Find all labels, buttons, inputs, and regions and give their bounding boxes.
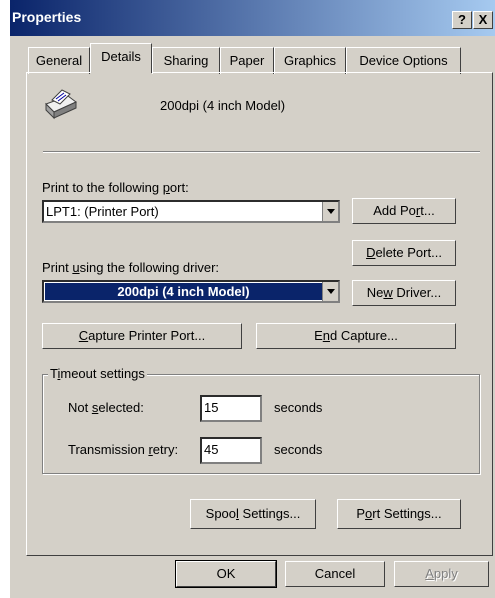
printer-icon <box>38 86 78 122</box>
end-capture-button[interactable]: End Capture... <box>256 323 456 349</box>
separator <box>43 151 480 153</box>
cancel-button[interactable]: Cancel <box>285 561 385 587</box>
port-select[interactable]: LPT1: (Printer Port) <box>42 200 340 223</box>
capture-printer-port-button[interactable]: Capture Printer Port... <box>42 323 242 349</box>
tab-paper[interactable]: Paper <box>220 47 274 74</box>
properties-window: Properties ? X General Details Sharing P… <box>10 0 495 598</box>
delete-port-button[interactable]: Delete Port... <box>352 240 456 266</box>
not-selected-label: Not selected: <box>68 400 144 415</box>
driver-select-value: 200dpi (4 inch Model) <box>45 283 322 300</box>
transmission-retry-input[interactable]: 45 <box>200 437 262 464</box>
tab-sharing[interactable]: Sharing <box>152 47 220 74</box>
timeout-settings-title: Timeout settings <box>48 366 147 381</box>
help-button[interactable]: ? <box>452 11 472 29</box>
spool-settings-button[interactable]: Spool Settings... <box>190 499 316 529</box>
driver-select[interactable]: 200dpi (4 inch Model) <box>42 280 340 303</box>
details-panel <box>26 72 493 556</box>
transmission-retry-unit: seconds <box>274 442 323 457</box>
title-bar[interactable]: Properties ? X <box>10 0 495 36</box>
ok-button[interactable]: OK <box>175 560 277 588</box>
new-driver-button[interactable]: New Driver... <box>352 280 456 306</box>
printer-model-name: 200dpi (4 inch Model) <box>160 98 286 113</box>
driver-label: Print using the following driver: <box>42 260 220 275</box>
tab-device-options[interactable]: Device Options <box>346 47 461 74</box>
add-port-button[interactable]: Add Port... <box>352 198 456 224</box>
tab-details[interactable]: Details <box>90 43 152 73</box>
chevron-down-icon[interactable] <box>322 282 338 301</box>
not-selected-input[interactable]: 15 <box>200 395 262 422</box>
not-selected-unit: seconds <box>274 400 323 415</box>
port-settings-button[interactable]: Port Settings... <box>337 499 461 529</box>
window-title: Properties <box>12 9 82 25</box>
port-label: Print to the following port: <box>42 180 189 195</box>
port-select-value: LPT1: (Printer Port) <box>46 204 159 219</box>
close-button[interactable]: X <box>473 11 493 29</box>
tab-general[interactable]: General <box>28 47 90 74</box>
tab-graphics[interactable]: Graphics <box>274 47 346 74</box>
chevron-down-icon[interactable] <box>322 202 338 221</box>
transmission-retry-label: Transmission retry: <box>68 442 179 457</box>
apply-button[interactable]: Apply <box>394 561 489 587</box>
